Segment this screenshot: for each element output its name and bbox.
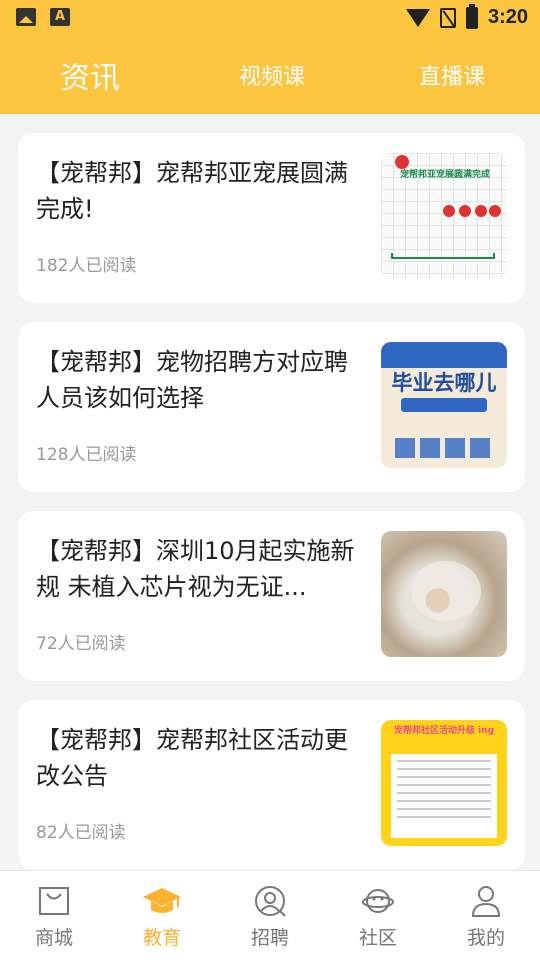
- bag-icon: [39, 887, 69, 915]
- user-icon: [471, 886, 501, 917]
- planet-icon: [362, 889, 394, 913]
- article-title: 【宠帮邦】宠帮邦社区活动更改公告: [36, 726, 348, 790]
- article-title: 【宠帮邦】深圳10月起实施新规 未植入芯片视为无证...: [36, 537, 355, 601]
- logo-badge-icon: [395, 155, 409, 169]
- read-count: 82人已阅读: [36, 823, 126, 843]
- top-tab-bar: 资讯 视频课 直播课: [0, 36, 540, 114]
- gallery-notification-icon: [16, 8, 36, 26]
- app-notification-icon: A: [50, 8, 70, 26]
- bottom-tab-recruit[interactable]: 招聘: [216, 871, 324, 960]
- tab-news[interactable]: 资讯: [30, 36, 150, 114]
- article-thumbnail: 宠帮邦亚宠展圆满完成: [381, 153, 507, 279]
- article-card[interactable]: 【宠帮邦】宠帮邦社区活动更改公告 82人已阅读 宠帮邦社区活动升级 ing: [18, 700, 525, 870]
- wifi-icon: [405, 8, 430, 27]
- read-count: 72人已阅读: [36, 634, 126, 654]
- bottom-tab-label: 教育: [142, 927, 181, 949]
- thumbnail-headline: 宠帮邦亚宠展圆满完成: [399, 170, 490, 180]
- article-card[interactable]: 【宠帮邦】深圳10月起实施新规 未植入芯片视为无证... 72人已阅读: [18, 511, 525, 681]
- bottom-tab-bar: 商城 教育 招聘 社区 我的: [0, 870, 540, 960]
- graduation-cap-icon: [143, 888, 181, 913]
- clock: 3:20: [487, 6, 528, 28]
- bottom-tab-label: 招聘: [250, 927, 289, 949]
- bottom-tab-profile[interactable]: 我的: [432, 871, 540, 960]
- read-count: 128人已阅读: [36, 445, 137, 465]
- recruit-search-icon: [255, 886, 286, 917]
- read-count: 182人已阅读: [36, 256, 137, 276]
- no-sim-icon: [439, 7, 456, 28]
- article-card[interactable]: 【宠帮邦】宠帮邦亚宠展圆满完成! 182人已阅读 宠帮邦亚宠展圆满完成: [18, 133, 525, 303]
- article-thumbnail: 毕业去哪儿: [381, 342, 507, 468]
- bottom-tab-community[interactable]: 社区: [324, 871, 432, 960]
- battery-icon: [465, 3, 478, 29]
- bottom-tab-label: 社区: [358, 927, 397, 949]
- status-bar: A 3:20: [0, 0, 540, 36]
- thumbnail-headline: 宠帮邦社区活动升级 ing: [393, 726, 495, 736]
- tab-live-course[interactable]: 直播课: [392, 36, 512, 114]
- bottom-tab-label: 我的: [466, 927, 505, 949]
- article-title: 【宠帮邦】宠帮邦亚宠展圆满完成!: [36, 159, 348, 223]
- article-list[interactable]: 【宠帮邦】宠帮邦亚宠展圆满完成! 182人已阅读 宠帮邦亚宠展圆满完成 【宠帮邦…: [0, 114, 540, 870]
- cat-photo: [381, 531, 507, 657]
- bottom-tab-education[interactable]: 教育: [108, 871, 216, 960]
- tab-video-course[interactable]: 视频课: [212, 36, 332, 114]
- article-thumbnail: 宠帮邦社区活动升级 ing: [381, 720, 507, 846]
- bottom-tab-label: 商城: [34, 927, 73, 949]
- article-card[interactable]: 【宠帮邦】宠物招聘方对应聘人员该如何选择 128人已阅读 毕业去哪儿: [18, 322, 525, 492]
- article-title: 【宠帮邦】宠物招聘方对应聘人员该如何选择: [36, 348, 348, 412]
- bottom-tab-mall[interactable]: 商城: [0, 871, 108, 960]
- thumbnail-headline: 毕业去哪儿: [381, 368, 507, 398]
